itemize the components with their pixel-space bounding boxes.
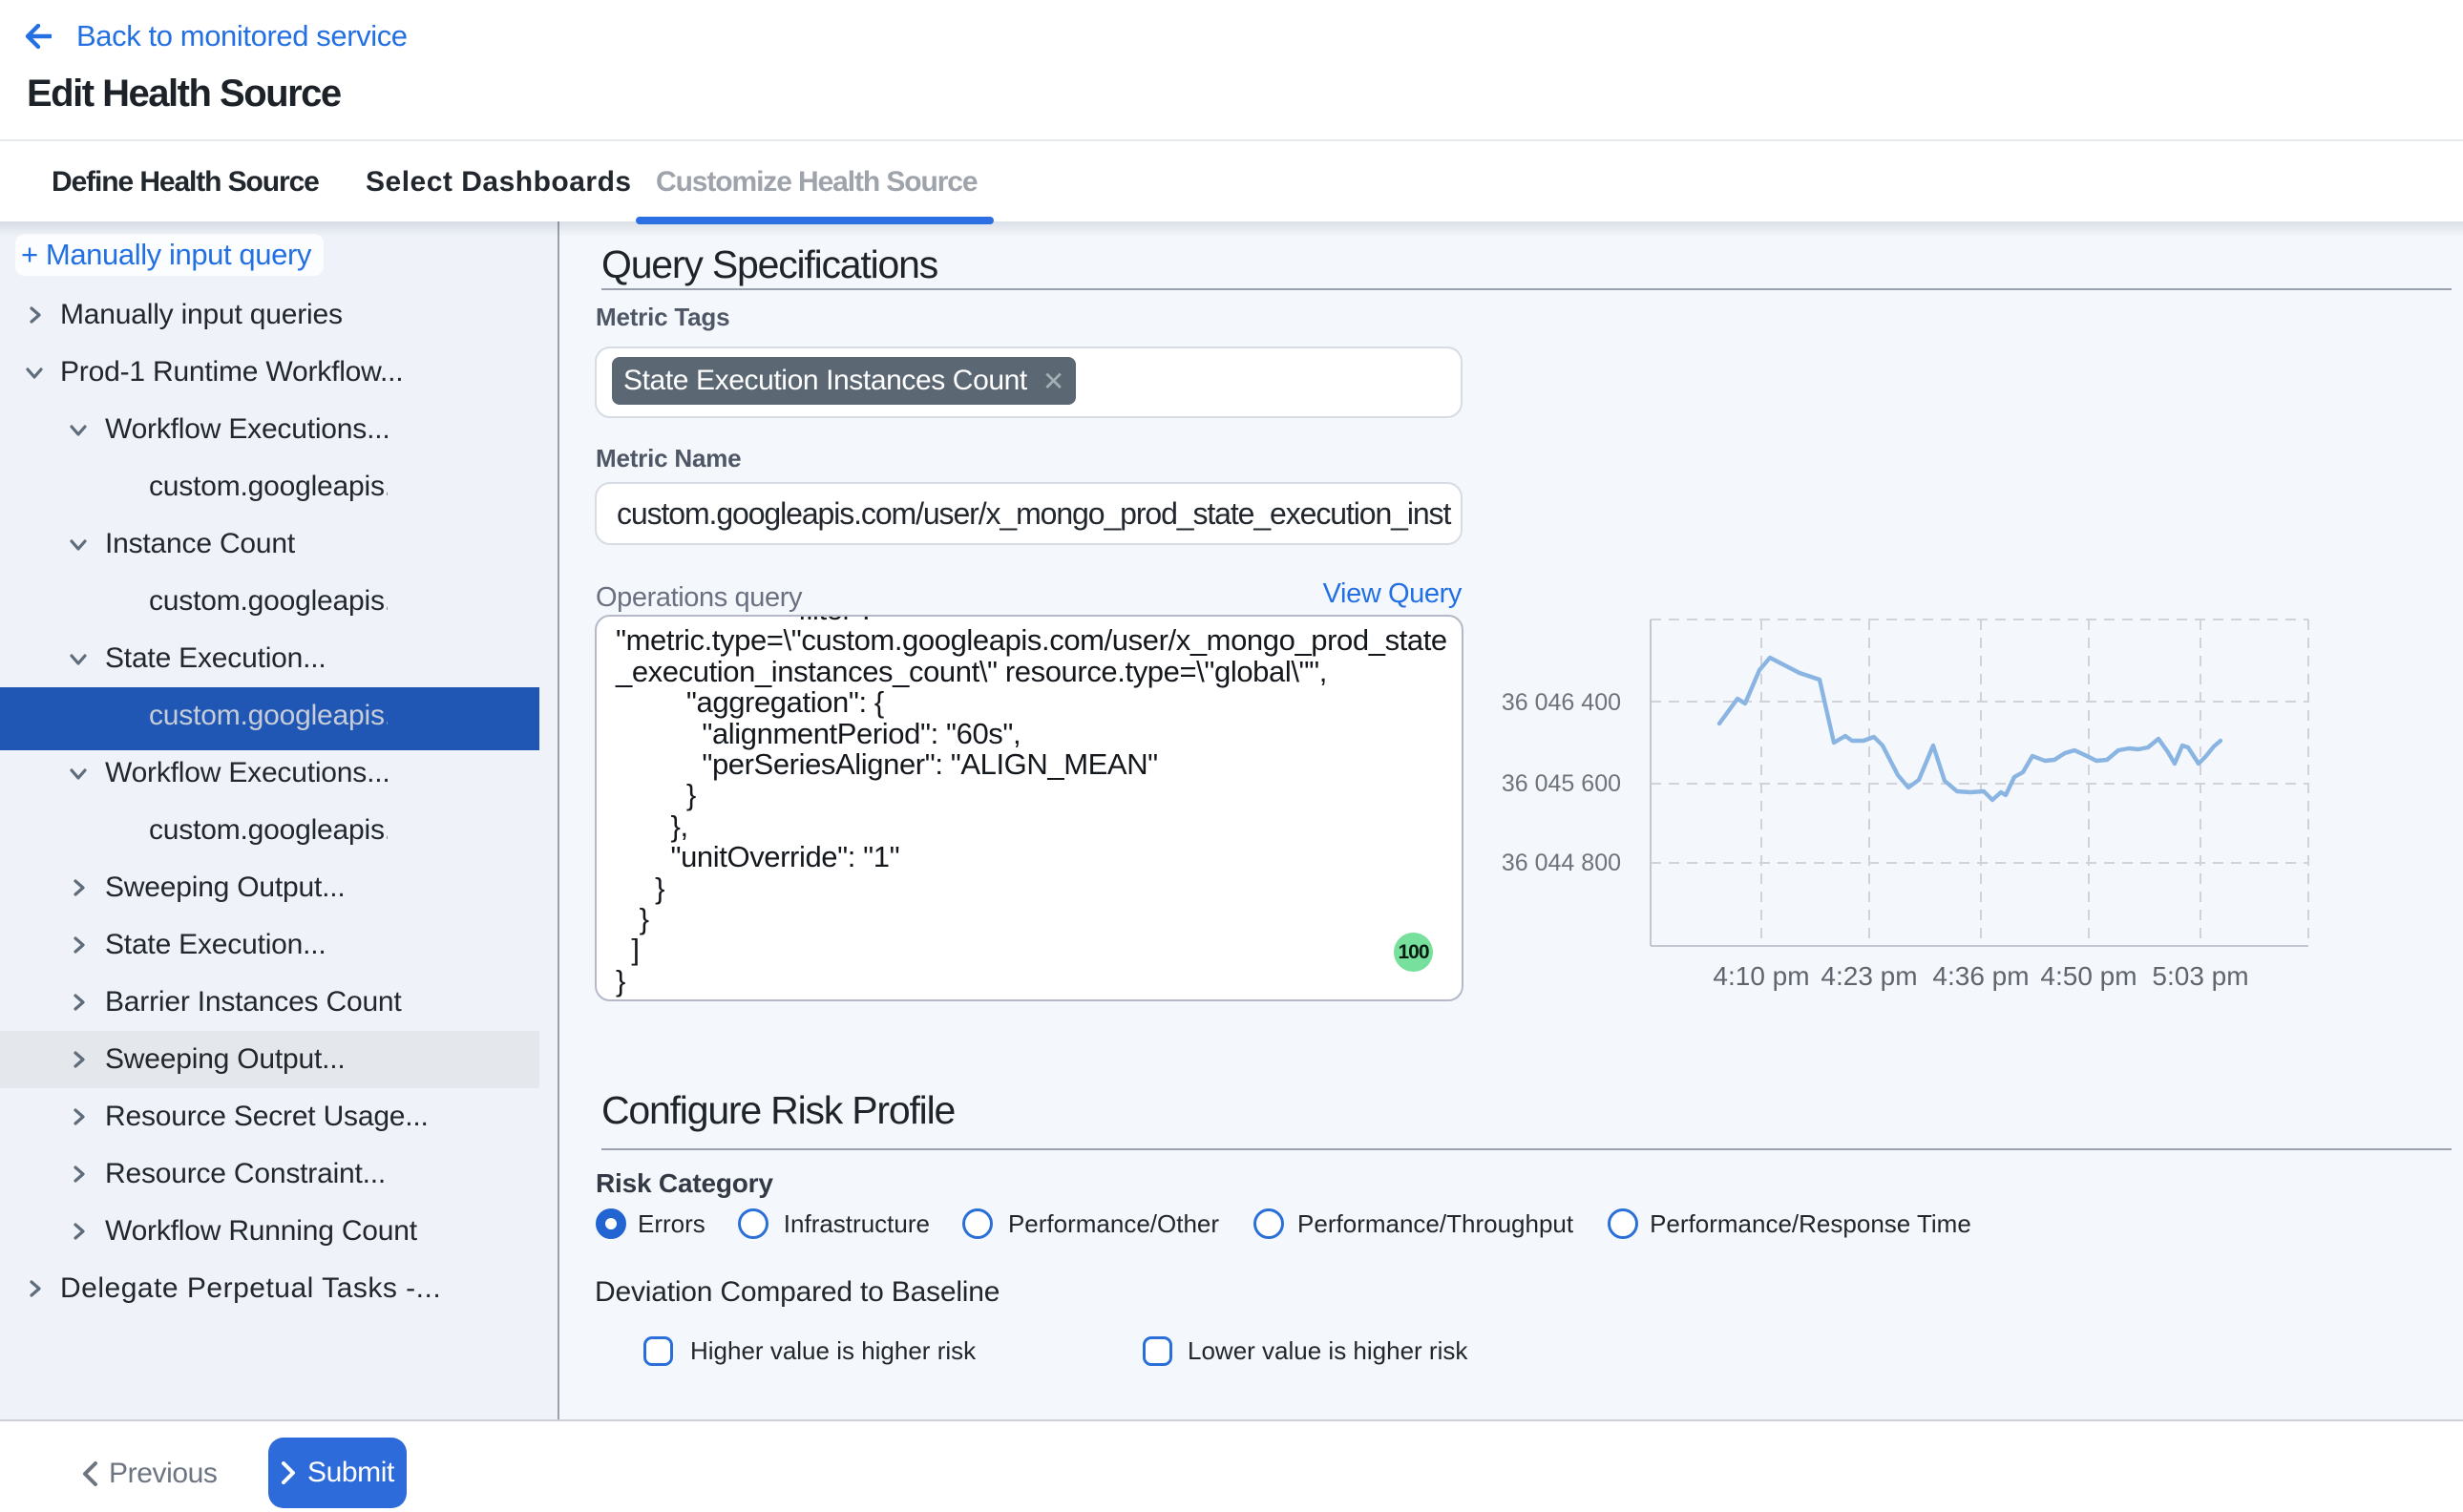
svg-text:36 044 800: 36 044 800 (1502, 850, 1621, 876)
svg-text:36 046 400: 36 046 400 (1502, 689, 1621, 716)
svg-text:5:03 pm: 5:03 pm (2152, 961, 2248, 991)
svg-text:4:23 pm: 4:23 pm (1821, 961, 1917, 991)
svg-text:4:10 pm: 4:10 pm (1713, 961, 1809, 991)
svg-text:4:50 pm: 4:50 pm (2040, 961, 2137, 991)
svg-text:4:36 pm: 4:36 pm (1932, 961, 2029, 991)
svg-text:36 045 600: 36 045 600 (1502, 770, 1621, 797)
